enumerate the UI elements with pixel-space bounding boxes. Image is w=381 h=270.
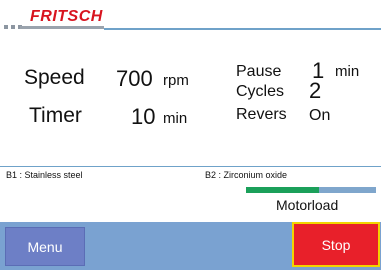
speed-value[interactable]: 700 — [116, 66, 153, 92]
motorload-label: Motorload — [276, 197, 339, 213]
pause-unit: min — [335, 63, 360, 80]
speed-unit: rpm — [163, 72, 189, 89]
cycles-value[interactable]: 2 — [309, 78, 321, 104]
timer-unit: min — [163, 110, 188, 127]
header-divider — [104, 28, 381, 30]
brand-dot — [11, 25, 15, 29]
stop-button[interactable]: Stop — [292, 222, 380, 267]
bowl-2-material: B2 : Zirconium oxide — [205, 170, 288, 180]
bowl-1-material: B1 : Stainless steel — [6, 170, 83, 180]
brand-header: FRITSCH — [0, 0, 381, 36]
brand-logo: FRITSCH — [30, 8, 103, 25]
brand-dot — [4, 25, 8, 29]
cycles-label: Cycles — [236, 83, 285, 100]
revers-value[interactable]: On — [309, 107, 330, 125]
timer-label: Timer — [29, 104, 82, 127]
pause-label: Pause — [236, 63, 282, 80]
timer-value[interactable]: 10 — [131, 104, 155, 130]
revers-label: Revers — [236, 106, 287, 123]
menu-button[interactable]: Menu — [5, 227, 85, 266]
grinder-control-screen: FRITSCH Speed 700 rpm Timer 10 min Pause… — [0, 0, 381, 270]
motorload-bar-fill — [246, 187, 319, 193]
brand-stripe — [20, 26, 104, 29]
sample-divider — [0, 166, 381, 167]
speed-label: Speed — [24, 66, 85, 89]
